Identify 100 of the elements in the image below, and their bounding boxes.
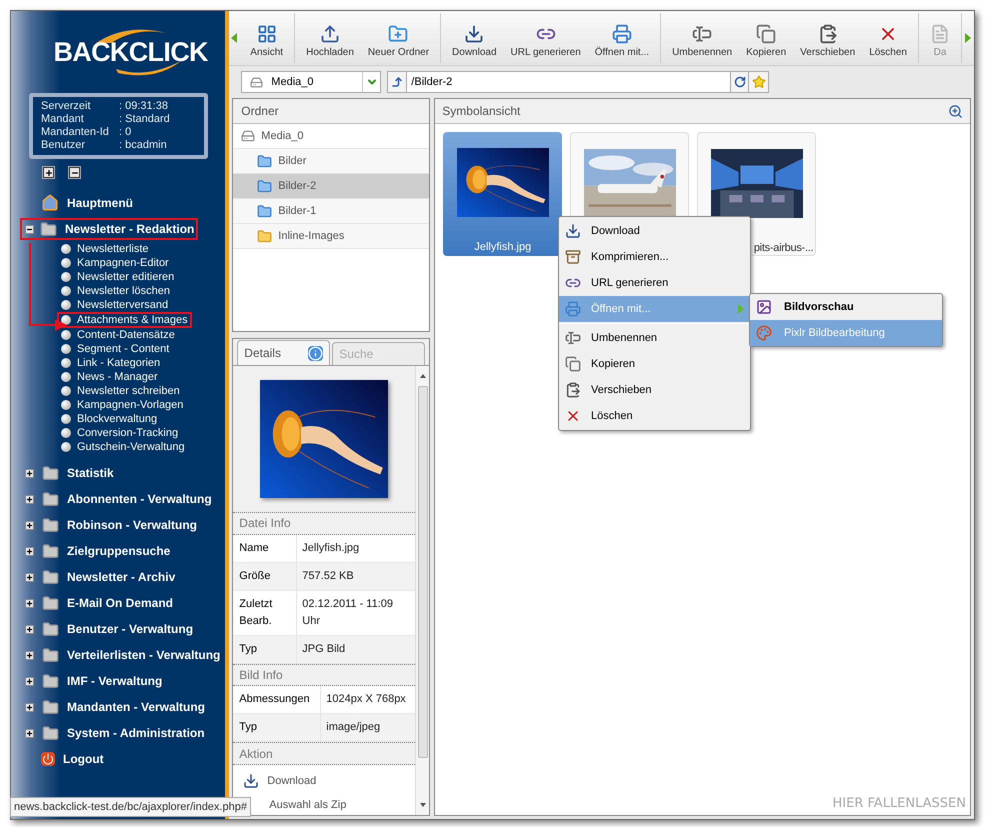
group-heading[interactable]: Robinson - Verwaltung [40, 514, 202, 536]
expand-all-icon[interactable] [43, 167, 54, 178]
expand-icon[interactable] [25, 676, 34, 686]
group-heading[interactable]: System - Administration [40, 722, 209, 744]
group-heading[interactable]: Verteilerlisten - Verwaltung [40, 644, 224, 666]
group-heading[interactable]: Newsletter - Redaktion [20, 218, 198, 240]
group-heading[interactable]: E-Mail On Demand [40, 592, 178, 614]
folder-tree-item[interactable]: Bilder-1 [233, 199, 430, 224]
submenu-item[interactable]: Gutschein-Verwaltung [61, 440, 187, 454]
parent-folder-button[interactable] [387, 71, 408, 93]
submenu-item[interactable]: Attachments & Images [57, 312, 192, 328]
menu-link[interactable]: Logout [63, 750, 104, 768]
submenu-item[interactable]: Blockverwaltung [61, 412, 160, 426]
action-link[interactable]: Auswahl als Zip [269, 794, 346, 815]
menu-item[interactable]: Bildvorschau [750, 294, 942, 320]
submenu-item[interactable]: Link - Kategorien [61, 356, 162, 370]
group-heading[interactable]: Abonnenten - Verwaltung [40, 488, 216, 510]
folder-tree-item[interactable]: Bilder-2 [233, 174, 430, 199]
info-value: 02.12.2011 - 11:09 Uhr [301, 596, 394, 629]
copy-icon [756, 24, 776, 44]
expand-icon[interactable] [25, 572, 34, 582]
file-tile[interactable]: Jellyfish.jpg [443, 132, 562, 256]
info-label: Mandanten-Id [41, 126, 110, 139]
folder-tree-item[interactable]: Inline-Images [233, 224, 430, 249]
toolbar-button[interactable]: Verschieben [793, 14, 862, 62]
collapse-all-icon[interactable] [69, 167, 80, 178]
submenu-item[interactable]: Newsletterliste [61, 242, 151, 256]
expand-icon[interactable] [25, 494, 34, 504]
toolbar-button[interactable]: Download [445, 14, 504, 62]
toolbar-button[interactable]: Hochladen [299, 14, 361, 62]
group-heading[interactable]: Mandanten - Verwaltung [40, 696, 210, 718]
submenu-item[interactable]: Newsletter editieren [61, 270, 176, 284]
menu-item[interactable]: Löschen [559, 403, 750, 429]
toolbar-button[interactable]: Öffnen mit... [588, 14, 656, 62]
power-icon [41, 752, 55, 766]
toolbar-button[interactable]: Neuer Ordner [360, 14, 436, 62]
toolbar-button[interactable]: URL generieren [504, 14, 588, 62]
submenu-item[interactable]: Kampagnen-Vorlagen [61, 398, 186, 412]
toolbar-button[interactable]: Kopieren [739, 14, 794, 62]
info-label: Abmessungen [233, 686, 322, 714]
folder-tree-item[interactable]: Bilder [233, 149, 430, 174]
submenu-item[interactable]: Conversion-Tracking [61, 426, 180, 440]
folder-icon [257, 154, 272, 168]
repository-select[interactable]: Media_0 [241, 71, 382, 93]
palette-icon [756, 325, 772, 341]
bullet-icon [61, 315, 71, 325]
section-heading: Datei Info [233, 512, 416, 535]
submenu-item[interactable]: Newsletter schreiben [61, 384, 182, 398]
logo: BACKCLICK [56, 23, 206, 81]
expand-icon[interactable] [25, 702, 34, 712]
submenu-item[interactable]: News - Manager [61, 370, 160, 384]
group-heading[interactable]: IMF - Verwaltung [40, 670, 166, 692]
submenu-item[interactable]: Segment - Content [61, 342, 172, 356]
tab[interactable]: Details [237, 340, 330, 365]
group-heading[interactable]: Benutzer - Verwaltung [40, 618, 198, 640]
path-field[interactable]: /Bilder-2 [407, 71, 732, 93]
expand-icon[interactable] [25, 598, 34, 608]
scrollbar[interactable] [415, 366, 430, 815]
group-heading[interactable]: Statistik [40, 462, 118, 484]
document-icon [930, 24, 950, 44]
menu-link[interactable]: Hauptmenü [67, 194, 133, 212]
info-label: Zuletzt Bearb. [233, 590, 298, 635]
submenu-item[interactable]: Content-Datensätze [61, 328, 177, 342]
info-label: Typ [233, 714, 322, 742]
folder-icon [42, 516, 59, 534]
menu-item[interactable]: Verschieben [559, 377, 750, 403]
folder-icon [40, 220, 57, 238]
toolbar-button[interactable]: Löschen [862, 14, 914, 62]
group-heading[interactable]: Newsletter - Archiv [40, 566, 180, 588]
submenu-item[interactable]: Kampagnen-Editor [61, 256, 171, 270]
toolbar-button[interactable]: Ansicht [243, 14, 290, 62]
folder-icon [42, 646, 59, 664]
folder-icon [42, 464, 59, 482]
menu-item[interactable]: Umbenennen [559, 325, 750, 351]
file-name: Jellyfish.jpg [474, 240, 532, 255]
scroll-left-icon[interactable] [231, 33, 238, 43]
expand-icon[interactable] [25, 650, 34, 660]
expand-icon[interactable] [25, 546, 34, 556]
menu-item[interactable]: Kopieren [559, 351, 750, 377]
expand-icon[interactable] [25, 624, 34, 634]
menu-item[interactable]: URL generieren [559, 270, 750, 296]
expand-icon[interactable] [25, 520, 34, 530]
expand-icon[interactable] [25, 728, 34, 738]
folder-icon [42, 594, 59, 612]
expand-icon[interactable] [25, 468, 34, 478]
group-heading[interactable]: Zielgruppensuche [40, 540, 174, 562]
zoom-icon[interactable] [948, 104, 963, 118]
section-heading: Bild Info [233, 664, 416, 686]
folder-icon [42, 490, 59, 508]
toolbar-button[interactable]: Umbenennen [665, 14, 740, 62]
info-value: 757.52 KB [301, 568, 355, 584]
info-value: : bcadmin [119, 139, 167, 152]
refresh-button[interactable] [731, 71, 750, 93]
action-link[interactable]: Download [243, 770, 316, 791]
scroll-right-icon[interactable] [965, 33, 971, 43]
submenu-item[interactable]: Newsletter löschen [61, 284, 172, 298]
bullet-icon [61, 428, 71, 438]
drive-icon [250, 76, 264, 88]
collapse-icon[interactable] [25, 224, 34, 234]
submenu-item[interactable]: Newsletterversand [61, 298, 170, 312]
